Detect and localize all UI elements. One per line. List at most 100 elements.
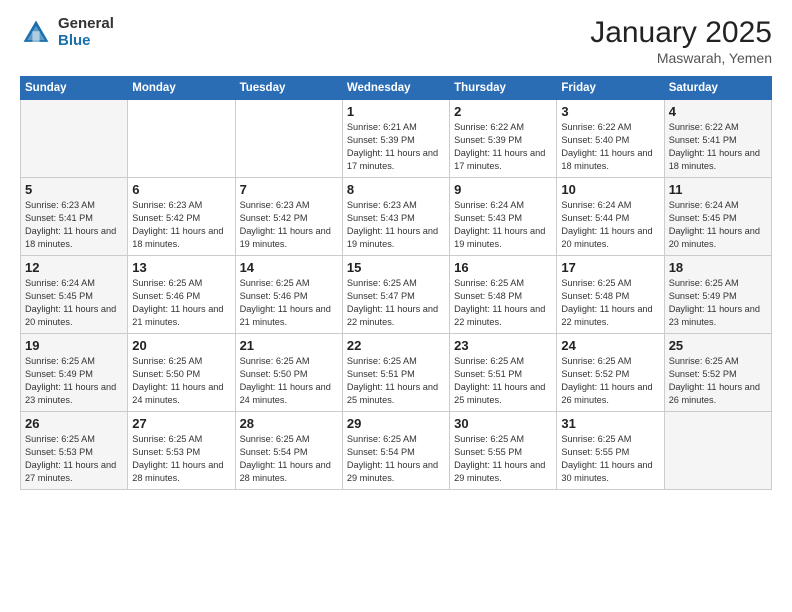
col-saturday: Saturday (664, 77, 771, 100)
calendar-cell: 16 Sunrise: 6:25 AMSunset: 5:48 PMDayligh… (450, 256, 557, 334)
calendar-cell: 3 Sunrise: 6:22 AMSunset: 5:40 PMDaylight… (557, 100, 664, 178)
week-row-4: 19Sunrise: 6:25 AMSunset: 5:49 PMDayligh… (21, 334, 772, 412)
calendar-cell: 24 Sunrise: 6:25 AMSunset: 5:52 PMDayligh… (557, 334, 664, 412)
day-info: Sunrise: 6:23 AMSunset: 5:42 PMDaylight:… (132, 199, 230, 251)
day-number: 9 (454, 182, 552, 197)
day-number: 8 (347, 182, 445, 197)
calendar-cell: 10 Sunrise: 6:24 AMSunset: 5:44 PMDayligh… (557, 178, 664, 256)
calendar-cell: 7Sunrise: 6:23 AMSunset: 5:42 PMDaylight… (235, 178, 342, 256)
day-info: Sunrise: 6:23 AMSunset: 5:41 PMDaylight:… (25, 199, 123, 251)
calendar-cell: 17 Sunrise: 6:25 AMSunset: 5:48 PMDayligh… (557, 256, 664, 334)
day-number: 13 (132, 260, 230, 275)
location: Maswarah, Yemen (590, 50, 772, 66)
day-info: Sunrise: 6:25 AMSunset: 5:48 PMDaylight:… (454, 277, 552, 329)
day-info: Sunrise: 6:25 AMSunset: 5:54 PMDaylight:… (347, 433, 445, 485)
day-info: Sunrise: 6:24 AMSunset: 5:45 PMDaylight:… (25, 277, 123, 329)
day-number: 3 (561, 104, 659, 119)
calendar-cell: 23 Sunrise: 6:25 AMSunset: 5:51 PMDayligh… (450, 334, 557, 412)
day-info: Sunrise: 6:22 AMSunset: 5:41 PMDaylight:… (669, 121, 767, 173)
day-info: Sunrise: 6:25 AMSunset: 5:54 PMDaylight:… (240, 433, 338, 485)
calendar-cell: 18Sunrise: 6:25 AMSunset: 5:49 PMDayligh… (664, 256, 771, 334)
day-info: Sunrise: 6:24 AMSunset: 5:45 PMDaylight:… (669, 199, 767, 251)
day-info: Sunrise: 6:24 AMSunset: 5:43 PMDaylight:… (454, 199, 552, 251)
calendar-cell: 30 Sunrise: 6:25 AMSunset: 5:55 PMDayligh… (450, 412, 557, 490)
day-info: Sunrise: 6:25 AMSunset: 5:47 PMDaylight:… (347, 277, 445, 329)
logo-blue-label: Blue (58, 33, 114, 50)
title-block: January 2025 Maswarah, Yemen (590, 16, 772, 66)
day-number: 12 (25, 260, 123, 275)
day-info: Sunrise: 6:25 AMSunset: 5:51 PMDaylight:… (454, 355, 552, 407)
col-thursday: Thursday (450, 77, 557, 100)
col-tuesday: Tuesday (235, 77, 342, 100)
day-info: Sunrise: 6:25 AMSunset: 5:50 PMDaylight:… (240, 355, 338, 407)
day-info: Sunrise: 6:24 AMSunset: 5:44 PMDaylight:… (561, 199, 659, 251)
calendar-cell: 2 Sunrise: 6:22 AMSunset: 5:39 PMDaylight… (450, 100, 557, 178)
calendar-cell: 5 Sunrise: 6:23 AMSunset: 5:41 PMDaylight… (21, 178, 128, 256)
day-info: Sunrise: 6:22 AMSunset: 5:39 PMDaylight:… (454, 121, 552, 173)
calendar-cell (235, 100, 342, 178)
page: General Blue January 2025 Maswarah, Yeme… (0, 0, 792, 612)
week-row-2: 5 Sunrise: 6:23 AMSunset: 5:41 PMDaylight… (21, 178, 772, 256)
day-number: 27 (132, 416, 230, 431)
day-number: 25 (669, 338, 767, 353)
day-info: Sunrise: 6:25 AMSunset: 5:52 PMDaylight:… (561, 355, 659, 407)
calendar-cell: 13 Sunrise: 6:25 AMSunset: 5:46 PMDayligh… (128, 256, 235, 334)
day-number: 7 (240, 182, 338, 197)
day-info: Sunrise: 6:25 AMSunset: 5:53 PMDaylight:… (25, 433, 123, 485)
calendar-cell: 27 Sunrise: 6:25 AMSunset: 5:53 PMDayligh… (128, 412, 235, 490)
day-number: 11 (669, 182, 767, 197)
day-number: 14 (240, 260, 338, 275)
day-info: Sunrise: 6:25 AMSunset: 5:48 PMDaylight:… (561, 277, 659, 329)
calendar-cell: 21 Sunrise: 6:25 AMSunset: 5:50 PMDayligh… (235, 334, 342, 412)
day-number: 6 (132, 182, 230, 197)
calendar-cell (128, 100, 235, 178)
calendar-cell: 26Sunrise: 6:25 AMSunset: 5:53 PMDayligh… (21, 412, 128, 490)
day-info: Sunrise: 6:25 AMSunset: 5:55 PMDaylight:… (561, 433, 659, 485)
day-number: 5 (25, 182, 123, 197)
day-number: 16 (454, 260, 552, 275)
day-number: 24 (561, 338, 659, 353)
day-number: 2 (454, 104, 552, 119)
calendar-cell: 31Sunrise: 6:25 AMSunset: 5:55 PMDayligh… (557, 412, 664, 490)
day-number: 20 (132, 338, 230, 353)
calendar-cell: 6 Sunrise: 6:23 AMSunset: 5:42 PMDaylight… (128, 178, 235, 256)
calendar-cell: 28 Sunrise: 6:25 AMSunset: 5:54 PMDayligh… (235, 412, 342, 490)
day-number: 23 (454, 338, 552, 353)
day-number: 1 (347, 104, 445, 119)
logo-icon (20, 17, 52, 49)
calendar-cell: 22 Sunrise: 6:25 AMSunset: 5:51 PMDayligh… (342, 334, 449, 412)
col-sunday: Sunday (21, 77, 128, 100)
day-number: 29 (347, 416, 445, 431)
day-info: Sunrise: 6:25 AMSunset: 5:55 PMDaylight:… (454, 433, 552, 485)
day-info: Sunrise: 6:25 AMSunset: 5:51 PMDaylight:… (347, 355, 445, 407)
day-number: 30 (454, 416, 552, 431)
day-number: 10 (561, 182, 659, 197)
day-number: 28 (240, 416, 338, 431)
calendar: Sunday Monday Tuesday Wednesday Thursday… (20, 76, 772, 490)
day-number: 22 (347, 338, 445, 353)
week-row-1: 1 Sunrise: 6:21 AMSunset: 5:39 PMDaylight… (21, 100, 772, 178)
day-info: Sunrise: 6:25 AMSunset: 5:49 PMDaylight:… (669, 277, 767, 329)
day-number: 19 (25, 338, 123, 353)
calendar-header-row: Sunday Monday Tuesday Wednesday Thursday… (21, 77, 772, 100)
day-info: Sunrise: 6:25 AMSunset: 5:53 PMDaylight:… (132, 433, 230, 485)
calendar-cell: 9 Sunrise: 6:24 AMSunset: 5:43 PMDaylight… (450, 178, 557, 256)
day-info: Sunrise: 6:25 AMSunset: 5:50 PMDaylight:… (132, 355, 230, 407)
day-number: 17 (561, 260, 659, 275)
week-row-5: 26Sunrise: 6:25 AMSunset: 5:53 PMDayligh… (21, 412, 772, 490)
calendar-cell: 1 Sunrise: 6:21 AMSunset: 5:39 PMDaylight… (342, 100, 449, 178)
col-wednesday: Wednesday (342, 77, 449, 100)
calendar-cell: 8Sunrise: 6:23 AMSunset: 5:43 PMDaylight… (342, 178, 449, 256)
day-info: Sunrise: 6:22 AMSunset: 5:40 PMDaylight:… (561, 121, 659, 173)
logo-text: General Blue (58, 16, 114, 49)
logo-general-label: General (58, 16, 114, 33)
calendar-cell: 4Sunrise: 6:22 AMSunset: 5:41 PMDaylight… (664, 100, 771, 178)
day-number: 15 (347, 260, 445, 275)
day-info: Sunrise: 6:25 AMSunset: 5:46 PMDaylight:… (132, 277, 230, 329)
calendar-cell: 14 Sunrise: 6:25 AMSunset: 5:46 PMDayligh… (235, 256, 342, 334)
day-info: Sunrise: 6:25 AMSunset: 5:46 PMDaylight:… (240, 277, 338, 329)
day-number: 21 (240, 338, 338, 353)
col-monday: Monday (128, 77, 235, 100)
week-row-3: 12 Sunrise: 6:24 AMSunset: 5:45 PMDayligh… (21, 256, 772, 334)
day-info: Sunrise: 6:21 AMSunset: 5:39 PMDaylight:… (347, 121, 445, 173)
